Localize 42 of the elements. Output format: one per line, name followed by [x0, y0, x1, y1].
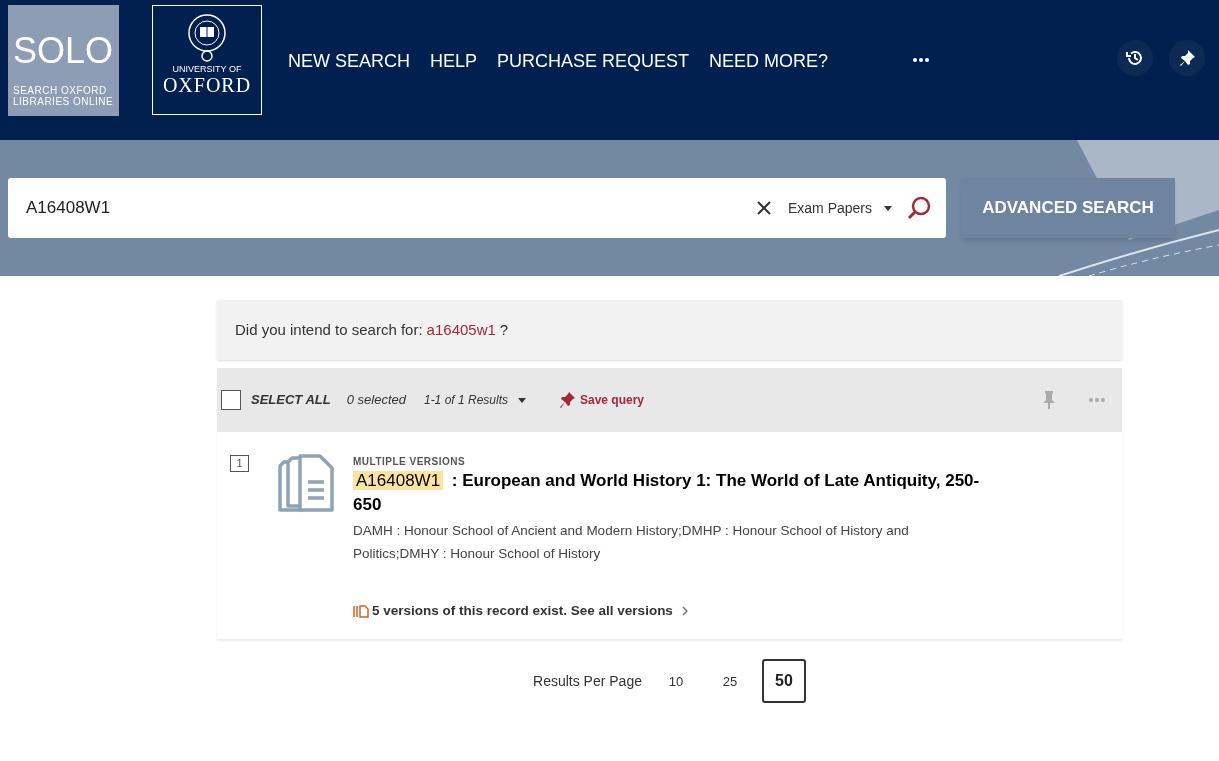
result-description: DAMH : Honour School of Ancient and Modern History;DMHP : Honour School of History and Politics;DMHY : Honour School of History: [353, 522, 910, 563]
versions-icon: [353, 604, 369, 618]
logo-name: OXFORD: [162, 74, 252, 96]
versions-link[interactable]: 5 versions of this record exist. See all versions: [353, 601, 993, 622]
history-button[interactable]: [1117, 40, 1153, 76]
select-all-checkbox[interactable]: [221, 390, 241, 410]
history-icon: [1125, 48, 1145, 68]
logo-line: UNIVERSITY OF: [172, 64, 242, 74]
suggestion-link[interactable]: a16405w1: [426, 318, 496, 342]
results-per-page-label: Results Per Page: [533, 671, 642, 691]
select-all-label[interactable]: SELECT ALL: [251, 390, 331, 410]
suggestion-text: ?: [499, 319, 509, 340]
more-icon[interactable]: [912, 57, 931, 63]
advanced-search-button[interactable]: ADVANCED SEARCH: [961, 178, 1175, 238]
pin-icon: [560, 391, 576, 409]
result-number: 1: [230, 455, 249, 472]
pin-icon: [1178, 49, 1196, 67]
search-field[interactable]: A16408W1 Exam Papers: [8, 178, 946, 238]
caret-icon: [518, 397, 526, 403]
close-icon[interactable]: [755, 200, 772, 216]
chevron-icon: [681, 606, 688, 617]
per-page-option[interactable]: 25: [707, 659, 752, 704]
nav-link[interactable]: NEED MORE?: [709, 48, 829, 75]
versions-label: MULTIPLE VERSIONS: [353, 455, 466, 469]
crest-icon: [186, 12, 228, 64]
result-title[interactable]: A16408W1 : European and World History 1: The World of Late Antiquity, 250-650: [353, 469, 993, 517]
per-page-option[interactable]: 10: [653, 659, 698, 704]
nav-link[interactable]: PURCHASE REQUEST: [497, 48, 690, 75]
nav-link[interactable]: NEW SEARCH: [288, 48, 410, 75]
pin-button[interactable]: [1169, 40, 1205, 76]
university-logo[interactable]: UNIVERSITY OF OXFORD: [152, 5, 262, 115]
results-range-dropdown[interactable]: 1-1 of 1 Results: [423, 391, 526, 409]
per-page-option[interactable]: 50: [761, 659, 806, 704]
logo-subtitle: SEARCH OXFORD LIBRARIES ONLINE: [13, 85, 114, 107]
scope-dropdown[interactable]: Exam Papers: [787, 197, 892, 219]
search-icon[interactable]: [906, 195, 932, 221]
nav-link[interactable]: HELP: [430, 48, 478, 75]
selected-count: 0 selected: [346, 391, 406, 410]
caret-icon: [884, 205, 892, 211]
save-query-button[interactable]: Save query: [560, 391, 645, 409]
suggestion-text: Did you intend to search for:: [235, 319, 423, 340]
logo-title: SOLO: [13, 33, 114, 69]
